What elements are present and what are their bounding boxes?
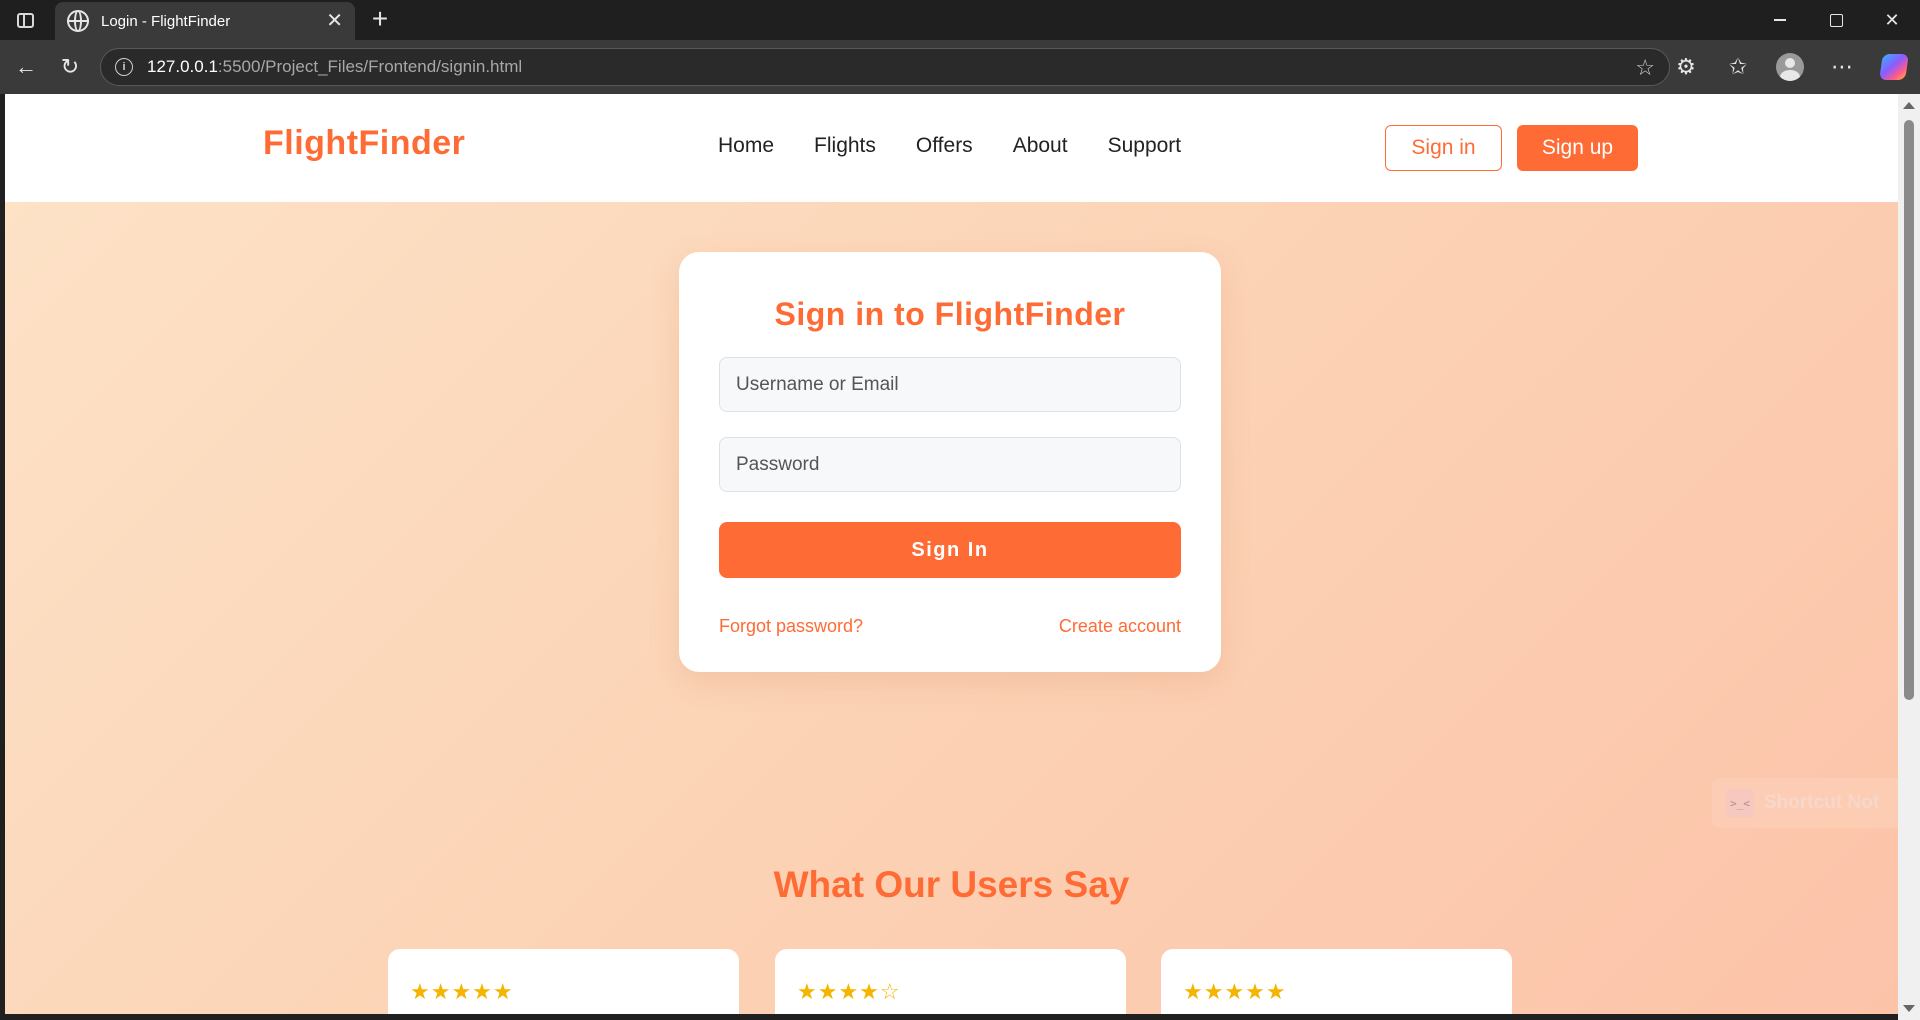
scroll-up-arrow-icon[interactable] <box>1903 102 1915 109</box>
password-input[interactable] <box>719 437 1181 492</box>
copilot-button[interactable] <box>1868 45 1920 89</box>
rating-stars: ★★★★☆ <box>797 979 901 1004</box>
url-path: :5500/Project_Files/Frontend/signin.html <box>217 57 523 76</box>
header-sign-in-button[interactable]: Sign in <box>1385 125 1502 171</box>
nav-flights[interactable]: Flights <box>814 134 876 158</box>
extensions-icon[interactable]: ⚙ <box>1660 45 1712 89</box>
shortcut-notice[interactable]: >_< Shortcut Not <box>1712 778 1898 828</box>
shortcut-icon: >_< <box>1726 789 1754 817</box>
login-card: Sign in to FlightFinder Sign In Forgot p… <box>679 252 1221 672</box>
scroll-down-arrow-icon[interactable] <box>1903 1005 1915 1012</box>
review-card: ★★★★★ <box>1161 949 1512 1014</box>
scrollbar-thumb[interactable] <box>1904 120 1914 700</box>
sidebar-toggle-icon[interactable] <box>0 0 50 40</box>
globe-icon <box>67 10 89 32</box>
site-logo[interactable]: FlightFinder <box>263 124 465 163</box>
page-viewport: FlightFinder Home Flights Offers About S… <box>5 94 1898 1014</box>
header-sign-up-button[interactable]: Sign up <box>1517 125 1638 171</box>
more-menu-icon[interactable]: ⋯ <box>1816 45 1868 89</box>
close-tab-icon[interactable]: ✕ <box>326 11 343 31</box>
new-tab-icon[interactable]: + <box>364 4 396 36</box>
favorites-icon[interactable]: ✩ <box>1712 45 1764 89</box>
profile-avatar[interactable] <box>1764 45 1816 89</box>
profile-icon <box>1776 53 1804 81</box>
sign-in-submit-button[interactable]: Sign In <box>719 522 1181 578</box>
minimize-icon[interactable] <box>1752 0 1808 40</box>
main-nav: Home Flights Offers About Support <box>718 134 1221 158</box>
page-scrollbar[interactable] <box>1898 94 1920 1020</box>
toolbar-actions: ⚙ ✩ ⋯ <box>1660 40 1920 94</box>
maximize-icon[interactable] <box>1808 0 1864 40</box>
browser-tab[interactable]: Login - FlightFinder ✕ <box>55 2 355 40</box>
url-host: 127.0.0.1 <box>147 57 218 76</box>
shortcut-notice-text: Shortcut Not <box>1764 792 1880 813</box>
rating-stars: ★★★★★ <box>1183 979 1287 1004</box>
window-controls: ✕ <box>1752 0 1920 40</box>
forgot-password-link[interactable]: Forgot password? <box>719 616 863 637</box>
review-card: ★★★★★ <box>388 949 739 1014</box>
create-account-link[interactable]: Create account <box>1059 616 1181 637</box>
testimonials-title: What Our Users Say <box>773 864 1130 905</box>
browser-toolbar: ← ↻ i 127.0.0.1:5500/Project_Files/Front… <box>0 40 1920 94</box>
reload-icon[interactable]: ↻ <box>48 45 92 89</box>
browser-titlebar: Login - FlightFinder ✕ + ✕ <box>0 0 1920 40</box>
back-arrow-icon[interactable]: ← <box>4 45 48 89</box>
login-title: Sign in to FlightFinder <box>774 296 1126 332</box>
site-info-icon[interactable]: i <box>115 58 133 76</box>
username-input[interactable] <box>719 357 1181 412</box>
review-card: ★★★★☆ <box>775 949 1126 1014</box>
nav-offers[interactable]: Offers <box>916 134 973 158</box>
window-close-icon[interactable]: ✕ <box>1864 0 1920 40</box>
nav-home[interactable]: Home <box>718 134 774 158</box>
nav-about[interactable]: About <box>1013 134 1068 158</box>
rating-stars: ★★★★★ <box>410 979 514 1004</box>
site-header: FlightFinder Home Flights Offers About S… <box>5 94 1898 202</box>
tab-title: Login - FlightFinder <box>101 12 231 30</box>
nav-support[interactable]: Support <box>1108 134 1182 158</box>
address-bar[interactable]: i 127.0.0.1:5500/Project_Files/Frontend/… <box>100 48 1670 86</box>
copilot-icon <box>1879 54 1909 80</box>
favorite-star-icon[interactable]: ☆ <box>1635 55 1655 81</box>
